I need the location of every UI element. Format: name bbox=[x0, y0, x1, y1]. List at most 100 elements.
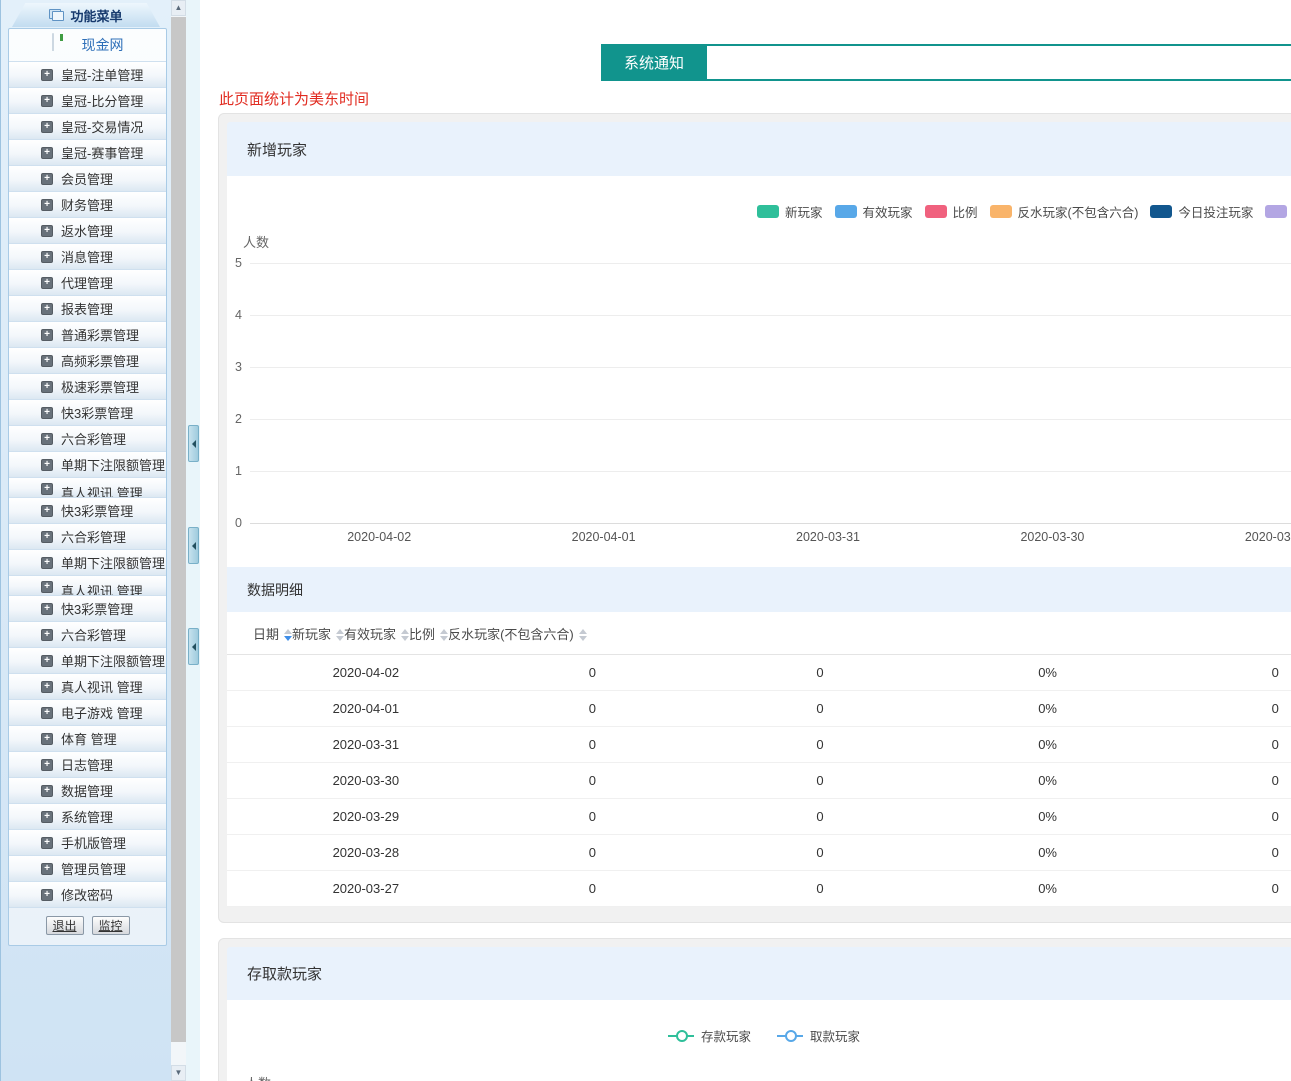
expand-plus-icon[interactable]: + bbox=[41, 863, 53, 875]
sidebar-menu-item[interactable]: + 快3彩票管理 bbox=[9, 595, 166, 622]
logout-button[interactable]: 退出 bbox=[46, 916, 84, 935]
collapse-sidebar-button[interactable] bbox=[188, 628, 199, 665]
legend-item[interactable]: 有效玩家 bbox=[835, 202, 913, 221]
expand-plus-icon[interactable]: + bbox=[41, 785, 53, 797]
expand-plus-icon[interactable]: + bbox=[41, 707, 53, 719]
sidebar-menu-item[interactable]: + 皇冠-注单管理 bbox=[9, 61, 166, 88]
sidebar-menu-item[interactable]: + 数据管理 bbox=[9, 777, 166, 804]
legend-item[interactable]: 今日投注玩家 bbox=[1150, 202, 1253, 221]
tab-system-notice[interactable]: 系统通知 bbox=[601, 46, 707, 79]
sidebar-menu-item[interactable]: + 代理管理 bbox=[9, 269, 166, 296]
expand-plus-icon[interactable]: + bbox=[41, 251, 53, 263]
sidebar-menu-item[interactable]: + 真人视讯 管理 bbox=[9, 673, 166, 700]
expand-plus-icon[interactable]: + bbox=[41, 225, 53, 237]
sidebar-menu-item[interactable]: + 真人视讯 管理 bbox=[9, 477, 166, 498]
expand-plus-icon[interactable]: + bbox=[41, 581, 53, 593]
column-header[interactable]: 日期 bbox=[253, 624, 292, 643]
sidebar-menu-item[interactable]: + 快3彩票管理 bbox=[9, 399, 166, 426]
expand-plus-icon[interactable]: + bbox=[41, 629, 53, 641]
sidebar-menu-item[interactable]: + 单期下注限额管理 bbox=[9, 549, 166, 576]
sidebar-menu-item[interactable]: + 高频彩票管理 bbox=[9, 347, 166, 374]
sidebar-menu-item[interactable]: + 消息管理 bbox=[9, 243, 166, 270]
table-row[interactable]: 2020-03-29 0 0 0% 0 bbox=[227, 799, 1291, 835]
table-row[interactable]: 2020-03-30 0 0 0% 0 bbox=[227, 763, 1291, 799]
expand-plus-icon[interactable]: + bbox=[41, 603, 53, 615]
sort-icon[interactable] bbox=[440, 629, 448, 641]
legend-item[interactable]: 反水玩家(不包含六合) bbox=[990, 202, 1139, 221]
expand-plus-icon[interactable]: + bbox=[41, 199, 53, 211]
expand-plus-icon[interactable]: + bbox=[41, 655, 53, 667]
expand-plus-icon[interactable]: + bbox=[41, 759, 53, 771]
expand-plus-icon[interactable]: + bbox=[41, 733, 53, 745]
sidebar-menu-item[interactable]: + 六合彩管理 bbox=[9, 425, 166, 452]
sidebar-menu-item[interactable]: + 财务管理 bbox=[9, 191, 166, 218]
sidebar-menu-item[interactable]: + 修改密码 bbox=[9, 881, 166, 908]
expand-plus-icon[interactable]: + bbox=[41, 433, 53, 445]
collapse-sidebar-button[interactable] bbox=[188, 527, 199, 564]
scroll-down-button[interactable]: ▼ bbox=[171, 1065, 186, 1081]
expand-plus-icon[interactable]: + bbox=[41, 531, 53, 543]
table-row[interactable]: 2020-04-01 0 0 0% 0 bbox=[227, 691, 1291, 727]
sidebar-menu-item[interactable]: + 日志管理 bbox=[9, 751, 166, 778]
table-row[interactable]: 2020-03-28 0 0 0% 0 bbox=[227, 835, 1291, 871]
sidebar-menu-item[interactable]: + 单期下注限额管理 bbox=[9, 647, 166, 674]
sidebar-menu-item[interactable]: + 皇冠-赛事管理 bbox=[9, 139, 166, 166]
sidebar-menu-item[interactable]: + 六合彩管理 bbox=[9, 523, 166, 550]
expand-plus-icon[interactable]: + bbox=[41, 147, 53, 159]
table-row[interactable]: 2020-03-27 0 0 0% 0 bbox=[227, 871, 1291, 907]
expand-plus-icon[interactable]: + bbox=[41, 889, 53, 901]
sidebar-menu-item[interactable]: + 普通彩票管理 bbox=[9, 321, 166, 348]
sidebar-menu-item[interactable]: + 快3彩票管理 bbox=[9, 497, 166, 524]
sidebar-menu-item[interactable]: + 会员管理 bbox=[9, 165, 166, 192]
table-row[interactable]: 2020-04-02 0 0 0% 0 bbox=[227, 655, 1291, 691]
sidebar-menu-item[interactable]: + 管理员管理 bbox=[9, 855, 166, 882]
collapse-sidebar-button[interactable] bbox=[188, 425, 199, 462]
column-header[interactable]: 比例 bbox=[409, 624, 448, 643]
sidebar-menu-item[interactable]: + 体育 管理 bbox=[9, 725, 166, 752]
sidebar-menu-item[interactable]: + 报表管理 bbox=[9, 295, 166, 322]
current-user-row[interactable]: 现金网 bbox=[9, 29, 166, 62]
sidebar-menu-item[interactable]: + 手机版管理 bbox=[9, 829, 166, 856]
column-header[interactable]: 新玩家 bbox=[292, 624, 344, 643]
sort-icon[interactable] bbox=[401, 629, 409, 641]
legend-item[interactable]: 比例 bbox=[925, 202, 978, 221]
expand-plus-icon[interactable]: + bbox=[41, 811, 53, 823]
sidebar-scrollbar[interactable]: ▲ ▼ bbox=[171, 0, 186, 1081]
expand-plus-icon[interactable]: + bbox=[41, 459, 53, 471]
scrollbar-thumb[interactable] bbox=[171, 17, 186, 1042]
sidebar-menu-item[interactable]: + 系统管理 bbox=[9, 803, 166, 830]
expand-plus-icon[interactable]: + bbox=[41, 483, 53, 495]
sort-icon[interactable] bbox=[336, 629, 344, 641]
legend-item[interactable]: 存款玩家 bbox=[668, 1026, 751, 1045]
expand-plus-icon[interactable]: + bbox=[41, 277, 53, 289]
legend-item[interactable]: 取款玩家 bbox=[777, 1026, 860, 1045]
sidebar-menu-item[interactable]: + 真人视讯 管理 bbox=[9, 575, 166, 596]
expand-plus-icon[interactable]: + bbox=[41, 329, 53, 341]
expand-plus-icon[interactable]: + bbox=[41, 505, 53, 517]
sidebar-menu-item[interactable]: + 皇冠-比分管理 bbox=[9, 87, 166, 114]
legend-item[interactable]: 新玩家 bbox=[757, 202, 823, 221]
expand-plus-icon[interactable]: + bbox=[41, 557, 53, 569]
sidebar-header-tab[interactable]: 功能菜单 bbox=[12, 3, 160, 27]
expand-plus-icon[interactable]: + bbox=[41, 303, 53, 315]
expand-plus-icon[interactable]: + bbox=[41, 121, 53, 133]
expand-plus-icon[interactable]: + bbox=[41, 407, 53, 419]
sidebar-menu-item[interactable]: + 皇冠-交易情况 bbox=[9, 113, 166, 140]
sidebar-menu-item[interactable]: + 极速彩票管理 bbox=[9, 373, 166, 400]
sort-icon[interactable] bbox=[579, 629, 587, 641]
column-header[interactable]: 反水玩家(不包含六合) bbox=[448, 624, 587, 643]
expand-plus-icon[interactable]: + bbox=[41, 173, 53, 185]
table-row[interactable]: 2020-03-31 0 0 0% 0 bbox=[227, 727, 1291, 763]
monitor-button[interactable]: 监控 bbox=[92, 916, 130, 935]
column-header[interactable]: 有效玩家 bbox=[344, 624, 409, 643]
expand-plus-icon[interactable]: + bbox=[41, 69, 53, 81]
scroll-up-button[interactable]: ▲ bbox=[171, 0, 186, 16]
legend-item[interactable]: 电 bbox=[1265, 202, 1291, 221]
sort-icon[interactable] bbox=[284, 629, 292, 641]
sidebar-menu-item[interactable]: + 六合彩管理 bbox=[9, 621, 166, 648]
expand-plus-icon[interactable]: + bbox=[41, 355, 53, 367]
expand-plus-icon[interactable]: + bbox=[41, 95, 53, 107]
sidebar-menu-item[interactable]: + 电子游戏 管理 bbox=[9, 699, 166, 726]
expand-plus-icon[interactable]: + bbox=[41, 681, 53, 693]
sidebar-menu-item[interactable]: + 返水管理 bbox=[9, 217, 166, 244]
